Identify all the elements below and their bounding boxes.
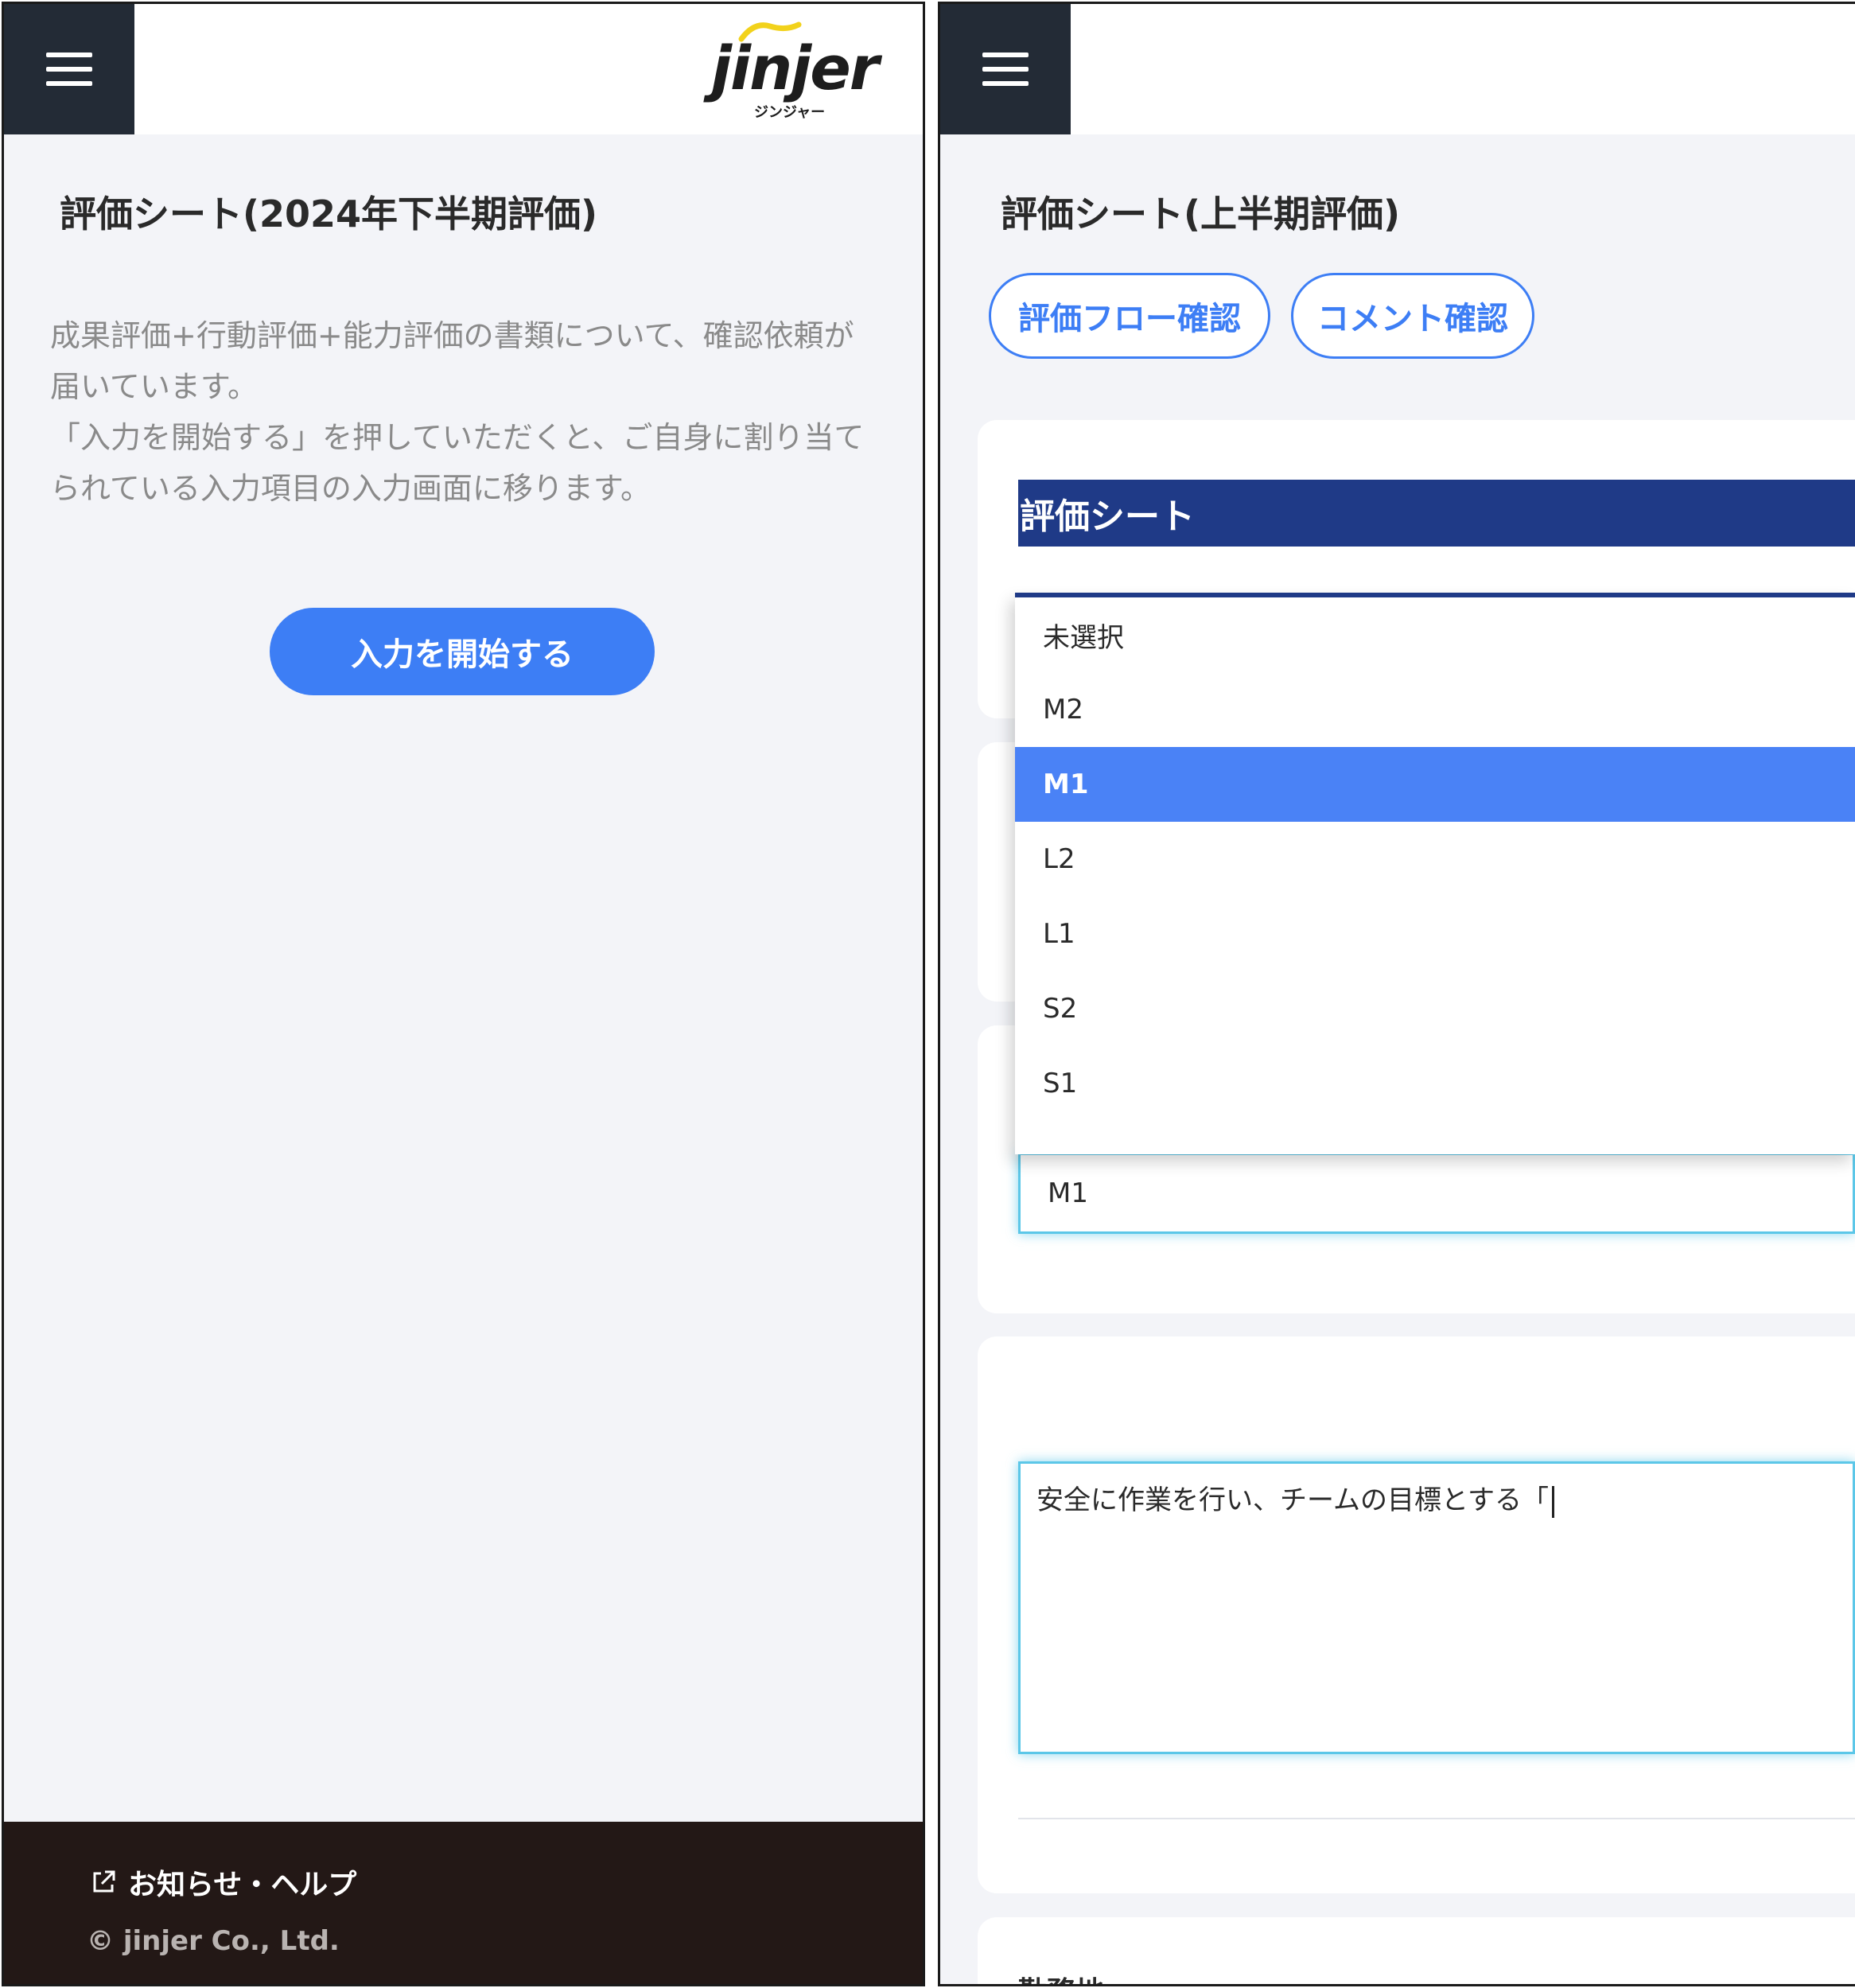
footer: お知らせ・ヘルプ © jinjer Co., Ltd. [4, 1822, 923, 1984]
dropdown-option[interactable]: S1 [1015, 1046, 1855, 1121]
description-line: 成果評価+行動評価+能力評価の書類について、確認依頼が届いています。 [50, 318, 854, 404]
external-link-icon [93, 1870, 115, 1893]
dropdown-option[interactable]: S2 [1015, 971, 1855, 1046]
header [940, 4, 1855, 134]
header: jinjer ジンジャー [4, 4, 923, 134]
menu-button[interactable] [940, 4, 1071, 134]
description-line: 「入力を開始する」を押していただくと、ご自身に割り当てられている入力項目の入力画… [50, 420, 865, 506]
form-card [978, 1917, 1855, 1984]
right-screen: 評価シート(上半期評価) 評価フロー確認 コメント確認 評価シート M1 未選択… [938, 2, 1855, 1986]
text-caret [1551, 1485, 1554, 1518]
left-screen: jinjer ジンジャー 評価シート(2024年下半期評価) 成果評価+行動評価… [2, 2, 925, 1986]
page-title: 評価シート(2024年下半期評価) [60, 193, 598, 235]
copyright: © jinjer Co., Ltd. [87, 1925, 340, 1957]
dropdown-option[interactable]: L2 [1015, 822, 1855, 897]
field-label: 勤務地 [1018, 1969, 1104, 1984]
dropdown-option[interactable]: M2 [1015, 672, 1855, 747]
logo-sub: ジンジャー [754, 104, 826, 121]
help-label: お知らせ・ヘルプ [128, 1869, 357, 1901]
page-title: 評価シート(上半期評価) [1001, 193, 1401, 235]
section-header: 評価シート [1018, 480, 1855, 547]
description: 成果評価+行動評価+能力評価の書類について、確認依頼が届いています。 「入力を開… [50, 310, 877, 514]
grade-select[interactable]: M1 [1018, 1153, 1855, 1234]
divider [1018, 1818, 1855, 1819]
comment-check-button[interactable]: コメント確認 [1291, 273, 1534, 359]
help-link[interactable]: お知らせ・ヘルプ [90, 1862, 356, 1903]
start-input-button[interactable]: 入力を開始する [270, 608, 655, 695]
grade-dropdown-list: 未選択 M2 M1 L2 L1 S2 S1 [1015, 593, 1855, 1154]
dropdown-option[interactable]: L1 [1015, 897, 1855, 971]
evaluation-flow-button[interactable]: 評価フロー確認 [989, 273, 1270, 359]
jinjer-logo: jinjer ジンジャー [711, 17, 879, 121]
dropdown-option[interactable]: 未選択 [1015, 597, 1855, 672]
goal-textarea[interactable]: 安全に作業を行い、チームの目標とする「 [1018, 1461, 1855, 1754]
hamburger-icon [46, 53, 92, 86]
menu-button[interactable] [4, 4, 134, 134]
logo-word: jinjer [711, 33, 879, 103]
dropdown-option-selected[interactable]: M1 [1015, 747, 1855, 822]
hamburger-icon [982, 53, 1029, 86]
textarea-text: 安全に作業を行い、チームの目標とする「 [1036, 1484, 1549, 1516]
